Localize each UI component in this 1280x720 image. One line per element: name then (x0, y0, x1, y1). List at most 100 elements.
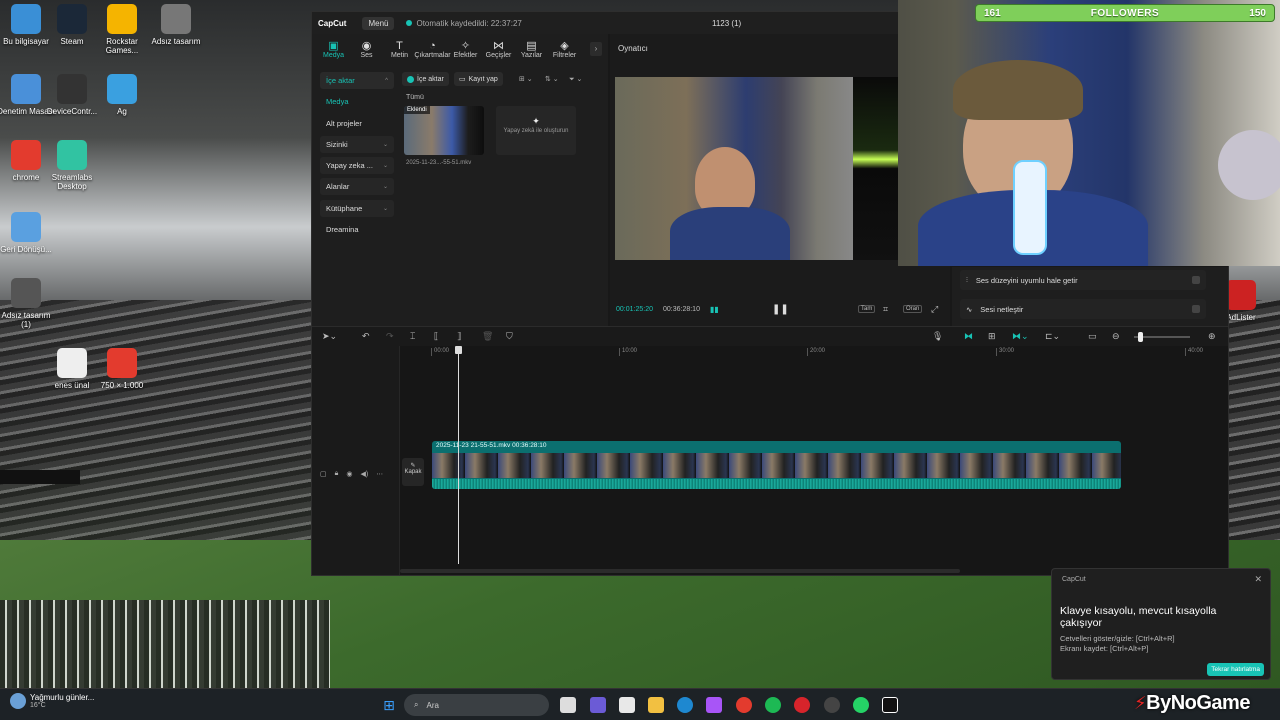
media-clip-thumbnail[interactable]: Eklendi (404, 106, 484, 155)
desktop-icon[interactable]: Adsız tasarım (146, 4, 206, 46)
audio-icon: ◉ (361, 39, 372, 52)
enhance-voice-row[interactable]: ∿ Sesi netleştir (960, 299, 1206, 319)
audio-panel: ⫶ Ses düzeyini uyumlu hale getir ∿ Sesi … (952, 267, 1228, 326)
store-icon[interactable] (619, 697, 635, 713)
tab-audio[interactable]: ◉ Ses (350, 34, 383, 64)
sidebar-item[interactable]: Alanlar ⌄ (320, 178, 394, 196)
import-button[interactable]: İçe aktar (402, 72, 449, 86)
full-button[interactable]: Tam (858, 305, 876, 313)
obs-icon[interactable] (824, 697, 840, 713)
record-icon: ▭ (459, 76, 466, 83)
pause-icon[interactable]: ❚❚ (772, 304, 789, 315)
capcut-taskbar-icon[interactable] (882, 697, 898, 713)
tab-captions[interactable]: ▤ Yazılar (515, 34, 548, 64)
task-view-icon[interactable] (560, 697, 576, 713)
trim-right-icon[interactable]: ⟧ (457, 331, 461, 342)
caption-icon[interactable]: ▭ (1088, 331, 1097, 342)
lock-icon[interactable]: 🔒︎ (335, 470, 339, 478)
screenshot-icon[interactable]: ⌗ (883, 304, 888, 315)
playhead[interactable] (458, 346, 459, 564)
fullscreen-icon[interactable]: ⤢ (931, 304, 938, 315)
opera-icon[interactable] (794, 697, 810, 713)
timeline: ▢ 🔒︎ ◉ ◀) ⋯ ✎ Kapak 2025-11-23 21-55-51.m… (312, 346, 1228, 575)
desktop-icon[interactable]: Rockstar Games... (92, 4, 152, 55)
close-icon[interactable]: ✕ (1254, 574, 1262, 585)
filter-icon[interactable]: ⏷ ⌄ (564, 72, 587, 86)
weather-widget[interactable]: Yağmurlu günler... 16°C (10, 693, 94, 709)
tab-filters[interactable]: ◈ Filtreler (548, 34, 581, 64)
zoom-out-icon[interactable]: ⊖ (1112, 331, 1120, 342)
file-explorer-icon[interactable] (648, 697, 664, 713)
ai-create-button[interactable]: ✦ Yapay zekâ ile oluşturun (496, 106, 576, 155)
desktop-icon[interactable]: 750 × 1.000 (92, 348, 152, 390)
whatsapp-icon[interactable] (853, 697, 869, 713)
desktop-icon[interactable]: Geri Dönüşü... (0, 212, 56, 254)
sidebar-item[interactable]: Alt projeler (320, 115, 394, 132)
chrome-icon[interactable] (736, 697, 752, 713)
desktop-icon-label: Geri Dönüşü... (0, 245, 52, 254)
enhance-toggle[interactable] (1192, 305, 1200, 313)
mute-icon[interactable]: ◀) (360, 470, 368, 478)
remind-again-button[interactable]: Tekrar hatırlatma (1207, 663, 1264, 676)
preview-axis-icon[interactable]: ⧓⌄ (1012, 331, 1029, 342)
windows-start-icon[interactable]: ⊞ (381, 697, 397, 713)
sidebar-item-label: Yapay zeka ... (326, 161, 373, 171)
desktop-icon[interactable]: Adsız tasarım (1) (0, 278, 56, 329)
zoom-in-icon[interactable]: ⊕ (1208, 331, 1216, 342)
sidebar-item[interactable]: İçe aktar ^ (320, 72, 394, 89)
image-icon (161, 4, 191, 34)
zoom-slider-handle[interactable] (1138, 332, 1143, 342)
teams-icon[interactable] (590, 697, 606, 713)
tab-text[interactable]: T Metin (383, 34, 416, 64)
desktop-icon[interactable]: Ag (92, 74, 152, 116)
tab-transitions[interactable]: ⋈ Geçişler (482, 34, 515, 64)
redo-icon[interactable]: ↷ (386, 331, 394, 342)
spotify-icon[interactable] (765, 697, 781, 713)
desktop-icon-label: Streamlabs Desktop (51, 173, 93, 191)
audio-meter-icon: ▮▮ (709, 304, 719, 314)
microphone-icon[interactable]: 🎙 (932, 331, 943, 342)
cover-button[interactable]: ✎ Kapak (402, 458, 424, 486)
sidebar-item[interactable]: Dreamina (320, 221, 394, 238)
timeline-scrollbar[interactable] (400, 569, 960, 573)
sidebar-item-label: Dreamina (326, 225, 359, 235)
select-tool-icon[interactable]: ➤⌄ (322, 331, 337, 342)
microphone (1013, 160, 1047, 255)
trim-left-icon[interactable]: ⟦ (434, 331, 438, 342)
copilot-icon[interactable] (706, 697, 722, 713)
magnet-icon[interactable]: ⧓ (964, 331, 973, 342)
desktop-icon[interactable]: Streamlabs Desktop (42, 140, 102, 191)
split-icon[interactable]: ⌶ (410, 331, 415, 342)
undo-icon[interactable]: ↶ (362, 331, 370, 342)
sidebar-item[interactable]: Sizinki ⌄ (320, 135, 394, 153)
all-filter-label[interactable]: Tümü (406, 94, 424, 101)
player-preview[interactable] (615, 77, 898, 260)
playhead-handle[interactable] (455, 346, 462, 354)
tab-media[interactable]: ▣ Medya (317, 34, 350, 64)
tab-effects[interactable]: ✧ Efektler (449, 34, 482, 64)
normalize-audio-row[interactable]: ⫶ Ses düzeyini uyumlu hale getir (960, 270, 1206, 290)
sidebar-item[interactable]: Medya (320, 93, 394, 110)
search-box[interactable]: ⌕ Ara (404, 694, 549, 716)
ball (1218, 130, 1280, 200)
grid-view-icon[interactable]: ⊞ ⌄ (514, 72, 538, 86)
sidebar-item[interactable]: Yapay zeka ... ⌄ (320, 157, 394, 175)
edge-icon[interactable] (677, 697, 693, 713)
ratio-button[interactable]: Oran (903, 305, 923, 313)
marker-icon[interactable]: ⛉ (506, 331, 513, 342)
followers-goal-bar: 161 FOLLOWERS 150 (975, 4, 1275, 22)
player-title: Oynatıcı (618, 44, 648, 53)
normalize-toggle[interactable] (1192, 276, 1200, 284)
menu-button[interactable]: Menü (362, 16, 395, 30)
sidebar-item[interactable]: Kütüphane ⌄ (320, 199, 394, 217)
link-icon[interactable]: ⊞ (988, 331, 996, 342)
sort-icon[interactable]: ⇅ ⌄ (540, 72, 564, 86)
chevron-right-icon[interactable]: › (590, 42, 602, 56)
timeline-clip[interactable]: 2025-11-23 21-55-51.mkv 00:36:28:10 (432, 441, 1121, 489)
align-icon[interactable]: ⊏⌄ (1045, 331, 1060, 342)
more-icon[interactable]: ⋯ (376, 470, 383, 478)
delete-icon[interactable]: 🗑 (482, 331, 493, 342)
eye-icon[interactable]: ◉ (346, 470, 352, 478)
tab-sticker[interactable]: ◔ Çıkartmalar (414, 34, 450, 64)
record-button[interactable]: ▭ Kayıt yap (454, 72, 503, 86)
